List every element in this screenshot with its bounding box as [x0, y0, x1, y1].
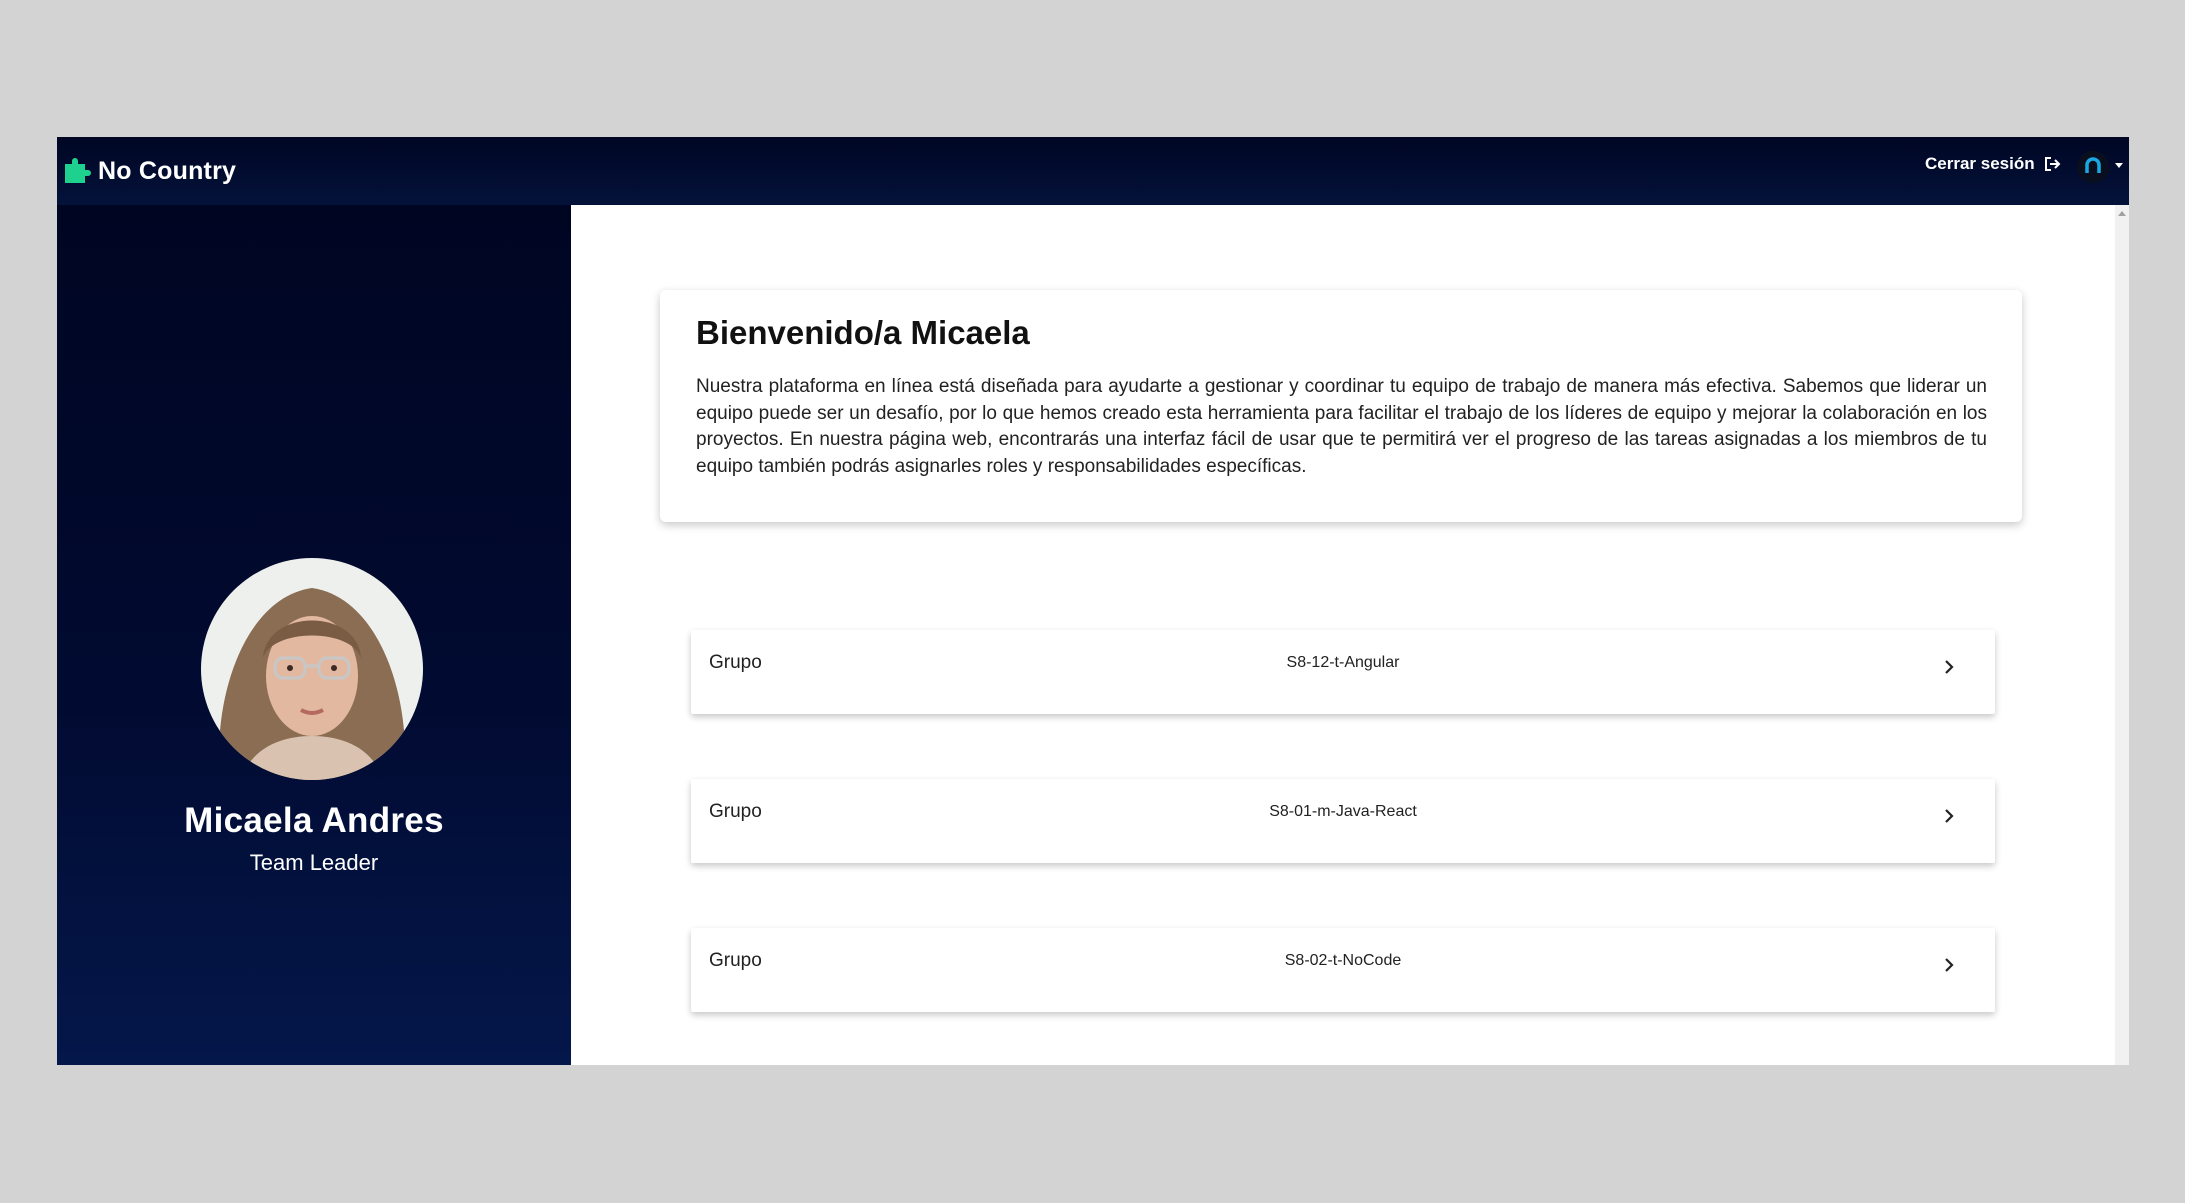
- chevron-right-icon[interactable]: [1940, 956, 1958, 974]
- profile-avatar: [201, 558, 423, 780]
- chevron-down-icon[interactable]: [2115, 163, 2123, 168]
- welcome-title: Bienvenido/a Micaela: [696, 314, 1030, 351]
- main-content: Bienvenido/a Micaela Nuestra plataforma …: [571, 205, 2115, 1065]
- profile-role: Team Leader: [249, 850, 379, 875]
- logout-button[interactable]: Cerrar sesión: [1925, 149, 2062, 179]
- profile-name: Micaela Andres: [184, 801, 444, 840]
- chevron-right-icon[interactable]: [1940, 807, 1958, 825]
- brand-name: No Country: [98, 156, 237, 185]
- group-name: S8-12-t-Angular: [1286, 654, 1400, 671]
- welcome-text: Nuestra plataforma en línea está diseñad…: [696, 376, 1987, 477]
- app-window: No Country Cerrar sesión Micaela Andres …: [57, 137, 2129, 1065]
- chevron-right-icon[interactable]: [1940, 658, 1958, 676]
- profile-sidebar: Micaela Andres Team Leader: [57, 205, 571, 1065]
- top-navbar: No Country Cerrar sesión: [57, 137, 2129, 205]
- group-card[interactable]: Grupo S8-12-t-Angular: [691, 630, 1995, 714]
- scroll-up-arrow-icon[interactable]: [2118, 211, 2126, 216]
- user-avatar-icon[interactable]: [2077, 151, 2109, 183]
- group-name: S8-02-t-NoCode: [1284, 952, 1402, 969]
- group-card[interactable]: Grupo S8-01-m-Java-React: [691, 779, 1995, 863]
- group-card[interactable]: Grupo S8-02-t-NoCode: [691, 928, 1995, 1012]
- logout-icon: [2044, 157, 2061, 171]
- logout-label: Cerrar sesión: [1925, 154, 2035, 173]
- puzzle-piece-icon: [65, 158, 91, 183]
- vertical-scrollbar[interactable]: [2115, 205, 2129, 1065]
- brand[interactable]: No Country: [63, 153, 236, 189]
- group-name: S8-01-m-Java-React: [1269, 803, 1417, 820]
- welcome-card: Bienvenido/a Micaela Nuestra plataforma …: [660, 290, 2022, 522]
